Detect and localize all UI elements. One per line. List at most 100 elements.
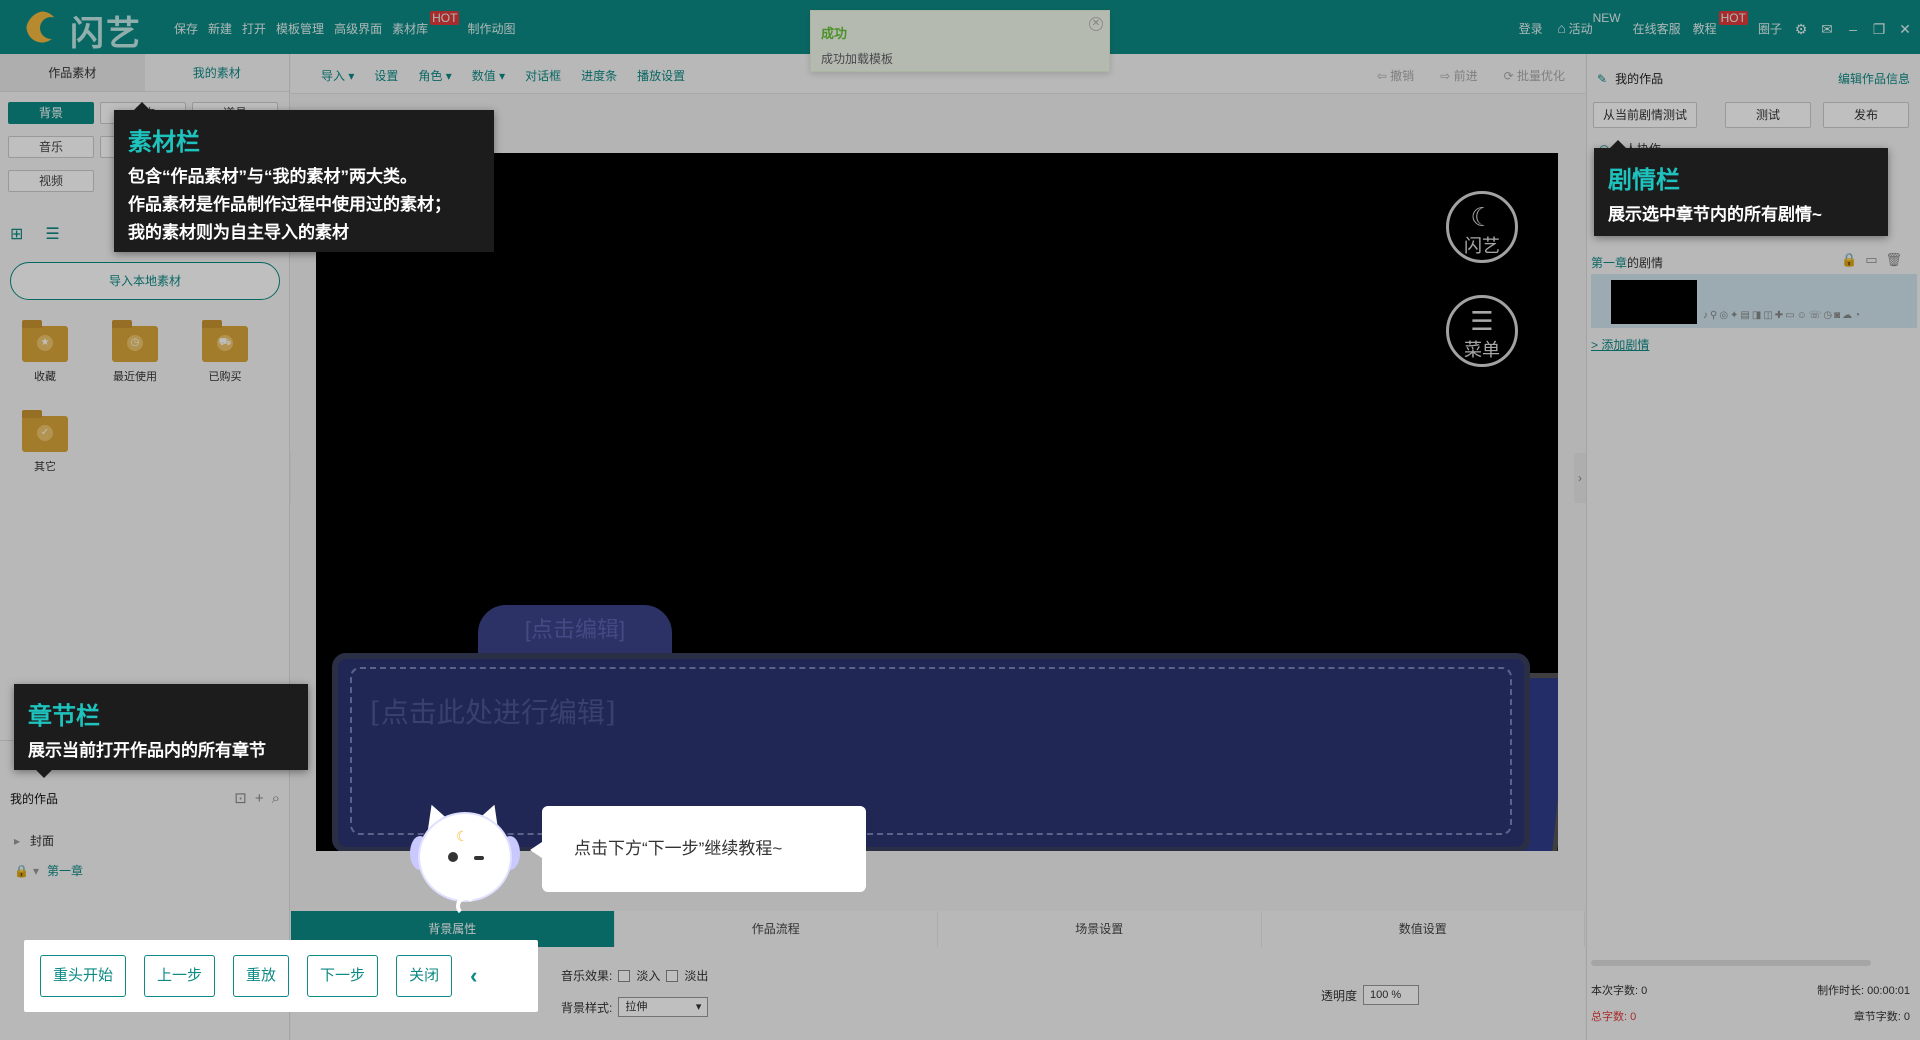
import-menu[interactable]: 导入 ▾ [321,67,354,84]
lock-icon[interactable]: 🔒 [1841,252,1865,267]
folder-purchased[interactable]: ⛟ 已购买 [190,320,260,384]
value-menu[interactable]: 数值 ▾ [472,67,505,84]
publish-button[interactable]: 发布 [1823,102,1909,128]
stats-row-1: 本次字数: 0 制作时长: 00:00:01 [1591,982,1910,998]
tab-work-materials[interactable]: 作品素材 [0,54,145,91]
replay-button[interactable]: 重放 [233,955,290,997]
folder-icon: ◷ [112,320,158,362]
menu-open[interactable]: 打开 [242,20,266,37]
previous-step-button[interactable]: 上一步 [144,955,216,997]
batch-optimize-button[interactable]: ⟳ 批量优化 [1504,67,1565,84]
menu-advanced-ui[interactable]: 高级界面 [334,20,382,37]
trash-icon[interactable]: 🗑 [1885,252,1910,267]
minimize-icon[interactable]: – [1846,22,1860,36]
collapse-chevron-left-icon[interactable]: ‹ [470,963,477,989]
tip-arrow [36,770,52,778]
circle-link[interactable]: 圈子 [1758,20,1782,37]
tip-title: 素材栏 [128,129,200,156]
fade-in-checkbox[interactable] [618,969,631,982]
tree-item-chapter-1[interactable]: 🔒 ▾ 第一章 [14,862,83,879]
tab-work-flow[interactable]: 作品流程 [614,911,938,947]
close-icon[interactable]: ✕ [1898,22,1912,36]
bg-style-select[interactable]: 拉伸 ▾ [618,997,709,1017]
settings-gear-icon[interactable]: ⚙ [1794,22,1808,36]
new-folder-icon[interactable]: ⊞ [10,224,23,244]
menu-template-manage[interactable]: 模板管理 [276,20,324,37]
tip-arrow [134,102,150,110]
toolbar-left: 导入 ▾ 设置 角色 ▾ 数值 ▾ 对话框 进度条 播放设置 [321,67,685,84]
list-view-icon[interactable]: ☰ [45,224,59,244]
import-chapter-icon[interactable]: ⊡ [234,789,247,807]
folder-icon: ✓ [22,410,68,452]
folder-other[interactable]: ✓ 其它 [10,410,80,474]
plot-item[interactable]: ♪⚲◎✦▤◨◫✚▭☺☏◷◙☁◔ [1591,274,1917,328]
menu-new[interactable]: 新建 [208,20,232,37]
folder-recent[interactable]: ◷ 最近使用 [100,320,170,384]
plot-thumbnail [1611,280,1697,324]
character-menu-label: 角色 [418,69,443,83]
material-tools: ⊞ ☰ [10,224,60,244]
fade-out-checkbox[interactable] [666,969,679,982]
toolbar-right: ⇦ 撤销 ⇨ 前进 ⟳ 批量优化 [1377,67,1565,84]
add-plot-link[interactable]: > 添加剧情 [1591,336,1649,353]
online-service-link[interactable]: 在线客服 [1633,20,1681,37]
test-button[interactable]: 测试 [1725,102,1811,128]
tutorial-link[interactable]: 教程HOT [1692,11,1748,37]
restart-tutorial-button[interactable]: 重头开始 [40,955,127,997]
music-effect-label: 音乐效果: [561,969,613,983]
dialog-box-menu[interactable]: 对话框 [525,67,561,84]
current-char-count: 本次字数: 0 [1591,985,1648,997]
playback-settings-menu[interactable]: 播放设置 [637,67,685,84]
total-char-count: 总字数: 0 [1591,1011,1637,1023]
preview-stage[interactable]: ☾ 闪艺 ☰ 菜单 [点击编辑] [点击此处进行编辑] [316,153,1558,851]
mascot-moon-icon: ☾ [456,828,469,844]
menu-material-library[interactable]: 素材库HOT [392,11,460,37]
character-menu[interactable]: 角色 ▾ [418,67,451,84]
add-chapter-icon[interactable]: + [255,790,264,807]
login-link[interactable]: 登录 [1519,20,1543,37]
edit-work-info-link[interactable]: 编辑作品信息 [1838,70,1910,87]
mail-icon[interactable]: ✉ [1820,22,1834,36]
category-background[interactable]: 背景 [8,102,94,124]
activity-link[interactable]: ⌂ 活动NEW [1555,12,1620,37]
next-step-button[interactable]: 下一步 [307,955,379,997]
toast-message: 成功加载模板 [821,52,894,66]
mascot-eye [448,852,458,862]
folder-favorites[interactable]: ★ 收藏 [10,320,80,384]
tutorial-label: 教程 [1692,22,1717,36]
menu-save[interactable]: 保存 [174,20,198,37]
import-local-material-button[interactable]: 导入本地素材 [10,262,280,300]
dialog-text-placeholder[interactable]: [点击此处进行编辑] [350,667,1512,835]
menu-make-gif[interactable]: 制作动图 [467,20,515,37]
folder-icon: ⛟ [202,320,248,362]
category-video[interactable]: 视频 [8,170,94,192]
tab-scene-settings[interactable]: 场景设置 [938,911,1262,947]
production-time: 制作时长: 00:00:01 [1817,985,1910,997]
logo-text: 闪艺 [70,14,142,54]
new-badge: NEW [1592,11,1621,25]
settings-menu[interactable]: 设置 [374,67,398,84]
progress-bar-menu[interactable]: 进度条 [581,67,617,84]
chapter-panel-tip: 章节栏 展示当前打开作品内的所有章节 [14,684,308,778]
stage-logo-button[interactable]: ☾ 闪艺 [1446,191,1518,263]
undo-button[interactable]: ⇦ 撤销 [1377,67,1414,84]
panel-scrollbar[interactable] [1591,960,1871,966]
close-tutorial-button[interactable]: 关闭 [396,955,453,997]
opacity-stepper[interactable]: 100 % [1363,985,1420,1005]
test-from-current-button[interactable]: 从当前剧情测试 [1593,102,1697,128]
category-music[interactable]: 音乐 [8,136,94,158]
tree-item-cover[interactable]: ▸ 封面 [14,832,54,849]
stats-row-2: 总字数: 0 章节字数: 0 [1591,1008,1910,1024]
folder-icon[interactable]: ▭ [1865,252,1885,267]
tab-my-materials[interactable]: 我的素材 [145,54,290,91]
search-icon[interactable]: ⌕ [272,790,280,807]
tab-value-settings[interactable]: 数值设置 [1261,911,1585,947]
toast-close-icon[interactable]: ✕ [1089,17,1103,31]
tutorial-speech-bubble: 点击下方“下一步”继续教程~ [530,806,866,892]
restore-icon[interactable]: ❐ [1872,22,1886,36]
stage-menu-button[interactable]: ☰ 菜单 [1446,295,1518,367]
collapse-right-panel-handle[interactable]: › [1574,453,1586,503]
redo-button[interactable]: ⇨ 前进 [1440,67,1477,84]
batch-optimize-label: 批量优化 [1516,69,1565,83]
tree-item-label: 第一章 [46,864,83,878]
